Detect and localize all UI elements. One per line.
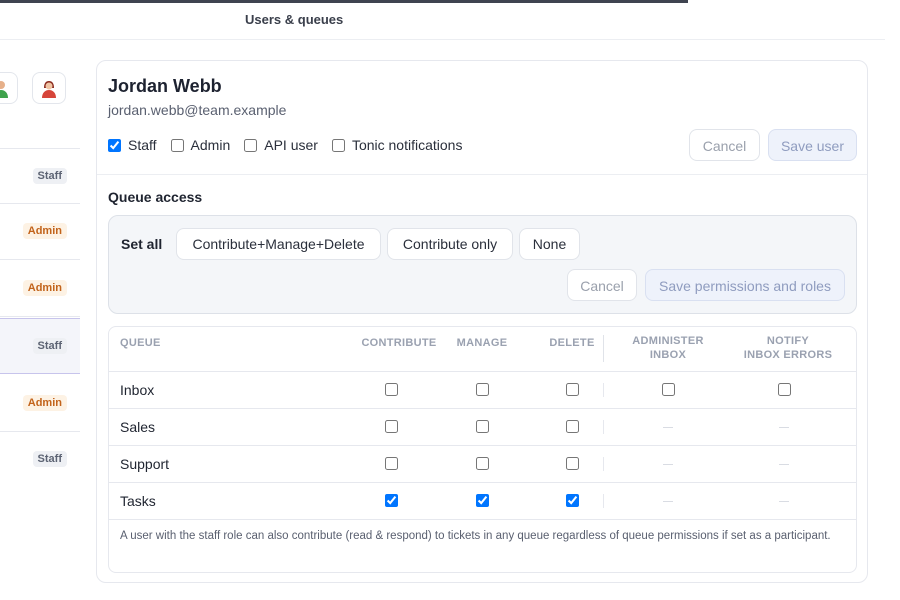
section-divider [97,174,867,175]
not-applicable-dash [779,427,789,428]
role-tonic-notifications-checkbox[interactable] [331,138,345,152]
role-badge: Admin [22,280,67,296]
table-footer-divider [109,519,856,520]
user-avatar-green[interactable] [0,72,18,104]
preset-contribute-only-button[interactable]: Contribute only [387,228,513,260]
support-manage-checkbox[interactable] [476,457,489,470]
inbox-manage-checkbox[interactable] [476,383,489,396]
user-name: Jordan Webb [108,76,222,96]
page-title: Users & queues [245,12,344,27]
notify-header-line-2: INBOX ERRORS [743,349,833,361]
role-badge: Staff [32,451,67,467]
cancel-user-button[interactable]: Cancel [689,129,760,161]
sales-delete-checkbox[interactable] [566,420,579,433]
administer-header-line-1: ADMINISTER [632,335,704,347]
column-header-queue: QUEUE [120,337,161,349]
queue-name: Inbox [120,382,155,398]
column-header-delete: DELETE [549,337,595,349]
notify-header-line-1: NOTIFY [766,335,810,347]
user-avatar-red[interactable] [32,72,66,104]
column-header-notify-inbox-errors: NOTIFY INBOX ERRORS [728,334,848,362]
column-separator [603,494,604,508]
not-applicable-dash [663,501,673,502]
tasks-delete-checkbox[interactable] [566,494,579,507]
role-badge: Staff [32,168,67,184]
user-list-item[interactable]: Admin [0,261,80,317]
inbox-contribute-checkbox[interactable] [385,383,398,396]
role-staff-checkbox[interactable] [108,138,121,152]
role-admin-label: Admin [190,137,231,153]
queue-access-title: Queue access [108,189,203,205]
column-header-manage: MANAGE [456,337,508,349]
role-badge: Admin [22,223,67,239]
cancel-permissions-button[interactable]: Cancel [567,269,637,301]
not-applicable-dash [779,464,789,465]
column-header-contribute: CONTRIBUTE [361,337,437,349]
role-staff[interactable]: Staff [108,137,157,153]
role-api-user-label: API user [264,137,318,153]
role-checkboxes: Staff Admin API user Tonic notifications [108,137,476,153]
column-separator [603,335,604,362]
role-badge: Admin [22,395,67,411]
role-admin[interactable]: Admin [170,137,231,153]
user-email: jordan.webb@team.example [108,102,287,118]
user-list-item-selected[interactable]: Staff [0,318,80,374]
page-header: Users & queues [0,0,885,40]
column-header-administer-inbox: ADMINISTER INBOX [618,334,718,362]
inbox-notify-errors-checkbox[interactable] [778,383,791,396]
user-list-item[interactable]: Admin [0,376,80,432]
staff-role-footnote: A user with the staff role can also cont… [120,530,831,542]
support-contribute-checkbox[interactable] [385,457,398,470]
not-applicable-dash [779,501,789,502]
queue-name: Sales [120,419,156,435]
user-list-item[interactable]: Staff [0,148,80,204]
queue-name: Support [120,456,170,472]
not-applicable-dash [663,427,673,428]
user-list-item[interactable]: Staff [0,432,80,488]
administer-header-line-2: INBOX [649,349,687,361]
inbox-delete-checkbox[interactable] [566,383,579,396]
preset-contribute-manage-delete-button[interactable]: Contribute+Manage+Delete [176,228,381,260]
queue-name: Tasks [120,493,156,509]
role-tonic-notifications-label: Tonic notifications [351,137,463,153]
save-user-button[interactable]: Save user [768,129,857,161]
user-green-icon [0,81,8,98]
sales-manage-checkbox[interactable] [476,420,489,433]
sales-contribute-checkbox[interactable] [385,420,398,433]
not-applicable-dash [663,464,673,465]
save-permissions-button[interactable]: Save permissions and roles [645,269,845,301]
support-delete-checkbox[interactable] [566,457,579,470]
inbox-administer-checkbox[interactable] [662,383,675,396]
role-badge: Staff [32,338,67,354]
tasks-manage-checkbox[interactable] [476,494,489,507]
column-separator [603,383,604,397]
role-api-user-checkbox[interactable] [244,138,258,152]
user-red-icon [42,81,56,98]
role-admin-checkbox[interactable] [170,138,184,152]
column-separator [603,457,604,471]
tasks-contribute-checkbox[interactable] [385,494,398,507]
role-api-user[interactable]: API user [244,137,318,153]
preset-none-button[interactable]: None [519,228,580,260]
set-all-label: Set all [121,236,163,252]
role-staff-label: Staff [128,137,157,153]
role-tonic-notifications[interactable]: Tonic notifications [331,137,463,153]
column-separator [603,420,604,434]
user-list: Staff Admin Admin Staff Admin Staff [0,40,80,600]
user-list-item[interactable]: Admin [0,204,80,260]
